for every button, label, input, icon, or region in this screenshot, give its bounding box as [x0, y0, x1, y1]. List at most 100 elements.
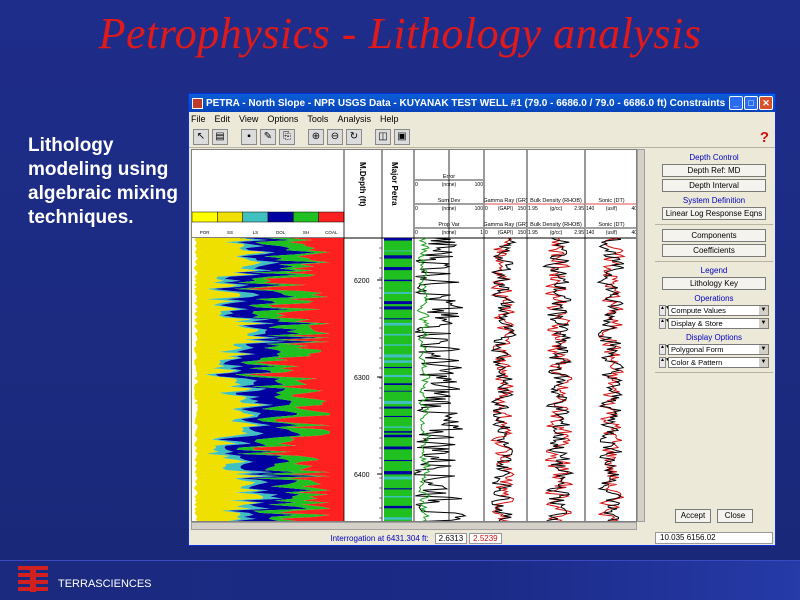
legend-label-dol: DOL	[276, 230, 286, 235]
major-petra-stripe	[384, 434, 412, 438]
major-petra-stripe	[384, 459, 412, 462]
major-petra-stripe	[384, 446, 412, 450]
spinner-icon[interactable]: ▲▼	[659, 357, 670, 368]
dt-curve-black	[596, 237, 625, 521]
display-store-select[interactable]: Display & Store ▼	[668, 318, 769, 329]
rhob_bot-name: Bulk Density (RHOB)	[530, 222, 582, 228]
components-button[interactable]: Components	[662, 229, 766, 242]
rhob-curve-red	[544, 237, 573, 521]
gr-curve-black	[490, 237, 517, 521]
sumdev-min: 0	[415, 206, 418, 212]
major-petra-stripe	[384, 471, 412, 475]
gr_bot-min: 0	[485, 230, 488, 236]
log-tracks[interactable]: POR SS LS DOL SH COAL M.Depth (ft) 6200 6300 6400…	[192, 150, 637, 522]
refresh-icon[interactable]: ↻	[346, 128, 362, 145]
rhob_top-unit: (g/cc)	[550, 206, 563, 212]
linear-log-button[interactable]: Linear Log Response Eqns	[662, 207, 766, 220]
terrasciences-logo-icon	[18, 566, 48, 592]
major-petra-stripe	[384, 344, 412, 346]
display-options-title: Display Options	[685, 333, 743, 342]
rhob_bot-unit: (g/cc)	[550, 230, 563, 236]
menu-options[interactable]: Options	[267, 114, 298, 124]
layout-icon[interactable]: ◫	[375, 128, 391, 145]
chevron-down-icon[interactable]: ▼	[759, 319, 768, 328]
help-question-icon[interactable]: ?	[760, 129, 769, 146]
major-petra-label: Major Petra	[390, 162, 399, 206]
major-petra-stripe	[384, 476, 412, 480]
spinner-icon[interactable]: ▲▼	[659, 318, 670, 329]
spinner-icon[interactable]: ▲▼	[659, 344, 670, 355]
menu-edit[interactable]: Edit	[215, 114, 231, 124]
combo-label: Display & Store	[671, 319, 723, 328]
menu-file[interactable]: File	[191, 114, 206, 124]
lithology-key-button[interactable]: Lithology Key	[662, 277, 766, 290]
depth-tick-label: 6400	[354, 472, 370, 479]
save-icon[interactable]: ▪	[241, 128, 257, 145]
chevron-down-icon[interactable]: ▼	[759, 345, 768, 354]
major-petra-stripe	[384, 431, 412, 433]
control-panel: Depth Control Depth Ref: MD Depth Interv…	[655, 149, 773, 529]
major-petra-stripe	[384, 255, 412, 259]
maximize-button[interactable]: □	[744, 96, 758, 110]
major-petra-stripe	[384, 400, 412, 404]
propvar-unit: (none)	[442, 230, 457, 236]
polygonal-form-select[interactable]: Polygonal Form ▼	[668, 344, 769, 355]
minimize-button[interactable]: _	[729, 96, 743, 110]
major-petra-stripe	[384, 415, 412, 418]
dt_top-unit: (us/f)	[606, 206, 618, 212]
interrogation-value-1: 2.6313	[434, 532, 468, 544]
gr_top-name: Gamma Ray (GR)	[483, 198, 527, 204]
sumdev-name: Sum Dev	[438, 198, 461, 204]
legend-swatch-ss	[217, 211, 243, 223]
log-display[interactable]: POR SS LS DOL SH COAL M.Depth (ft) 6200 6300 6400…	[191, 149, 637, 522]
petra-app-icon	[192, 97, 203, 109]
gr_top-min: 0	[485, 206, 488, 212]
error-min: 0	[415, 182, 418, 188]
rhob_top-max: 2.95	[574, 206, 584, 212]
zoom-out-icon[interactable]: ⊖	[327, 128, 343, 145]
combo-label: Polygonal Form	[671, 345, 724, 354]
chevron-down-icon[interactable]: ▼	[759, 306, 768, 315]
sumdev-unit: (none)	[442, 206, 457, 212]
footer-company: TERRASCIENCES	[58, 578, 152, 590]
menu-analysis[interactable]: Analysis	[337, 114, 371, 124]
print-icon[interactable]: ▤	[212, 128, 228, 145]
legend-title: Legend	[700, 266, 728, 275]
menu-help[interactable]: Help	[380, 114, 399, 124]
error-max: 100	[475, 182, 484, 188]
status-bar: Interrogation at 6431.304 ft: 2.6313 2.5…	[191, 532, 641, 544]
legend-label-por: POR	[200, 230, 211, 235]
coefficients-button[interactable]: Coefficients	[662, 244, 766, 257]
select-tool-icon[interactable]: ↖	[193, 128, 209, 145]
menu-tools[interactable]: Tools	[307, 114, 328, 124]
divider	[655, 261, 773, 262]
toolbar: ↖ ▤ ▪ ✎ ⎘ ⊕ ⊖ ↻ ◫ ▣ ?	[189, 126, 775, 148]
interrogation-value-2: 2.5239	[469, 532, 502, 544]
major-petra-stripe	[384, 292, 412, 294]
interrogation-label: Interrogation at 6431.304 ft:	[330, 533, 429, 543]
accept-button[interactable]: Accept	[675, 509, 711, 523]
zoom-in-icon[interactable]: ⊕	[308, 128, 324, 145]
edit-layout-icon[interactable]: ▣	[394, 128, 410, 145]
legend-label-ss: SS	[227, 230, 233, 235]
depth-interval-button[interactable]: Depth Interval	[662, 179, 766, 192]
color-pattern-select[interactable]: Color & Pattern ▼	[668, 357, 769, 368]
copy-icon[interactable]: ⎘	[279, 128, 295, 145]
close-button[interactable]: Close	[717, 509, 753, 523]
major-petra-stripe	[384, 238, 412, 241]
major-petra-stripe	[384, 505, 412, 509]
major-petra-stripe	[384, 318, 412, 320]
horizontal-scrollbar[interactable]	[191, 522, 637, 530]
propvar-min: 0	[415, 230, 418, 236]
chevron-down-icon[interactable]: ▼	[759, 358, 768, 367]
menu-view[interactable]: View	[239, 114, 258, 124]
depth-ref-button[interactable]: Depth Ref: MD	[662, 164, 766, 177]
paint-icon[interactable]: ✎	[260, 128, 276, 145]
compute-values-select[interactable]: Compute Values ▼	[668, 305, 769, 316]
major-petra-stripe	[384, 354, 412, 358]
spinner-icon[interactable]: ▲▼	[659, 305, 670, 316]
close-window-button[interactable]: ✕	[759, 96, 773, 110]
window-titlebar[interactable]: PETRA - North Slope - NPR USGS Data - KU…	[189, 94, 775, 112]
vertical-scrollbar[interactable]	[637, 149, 645, 522]
major-petra-stripe	[384, 383, 412, 385]
